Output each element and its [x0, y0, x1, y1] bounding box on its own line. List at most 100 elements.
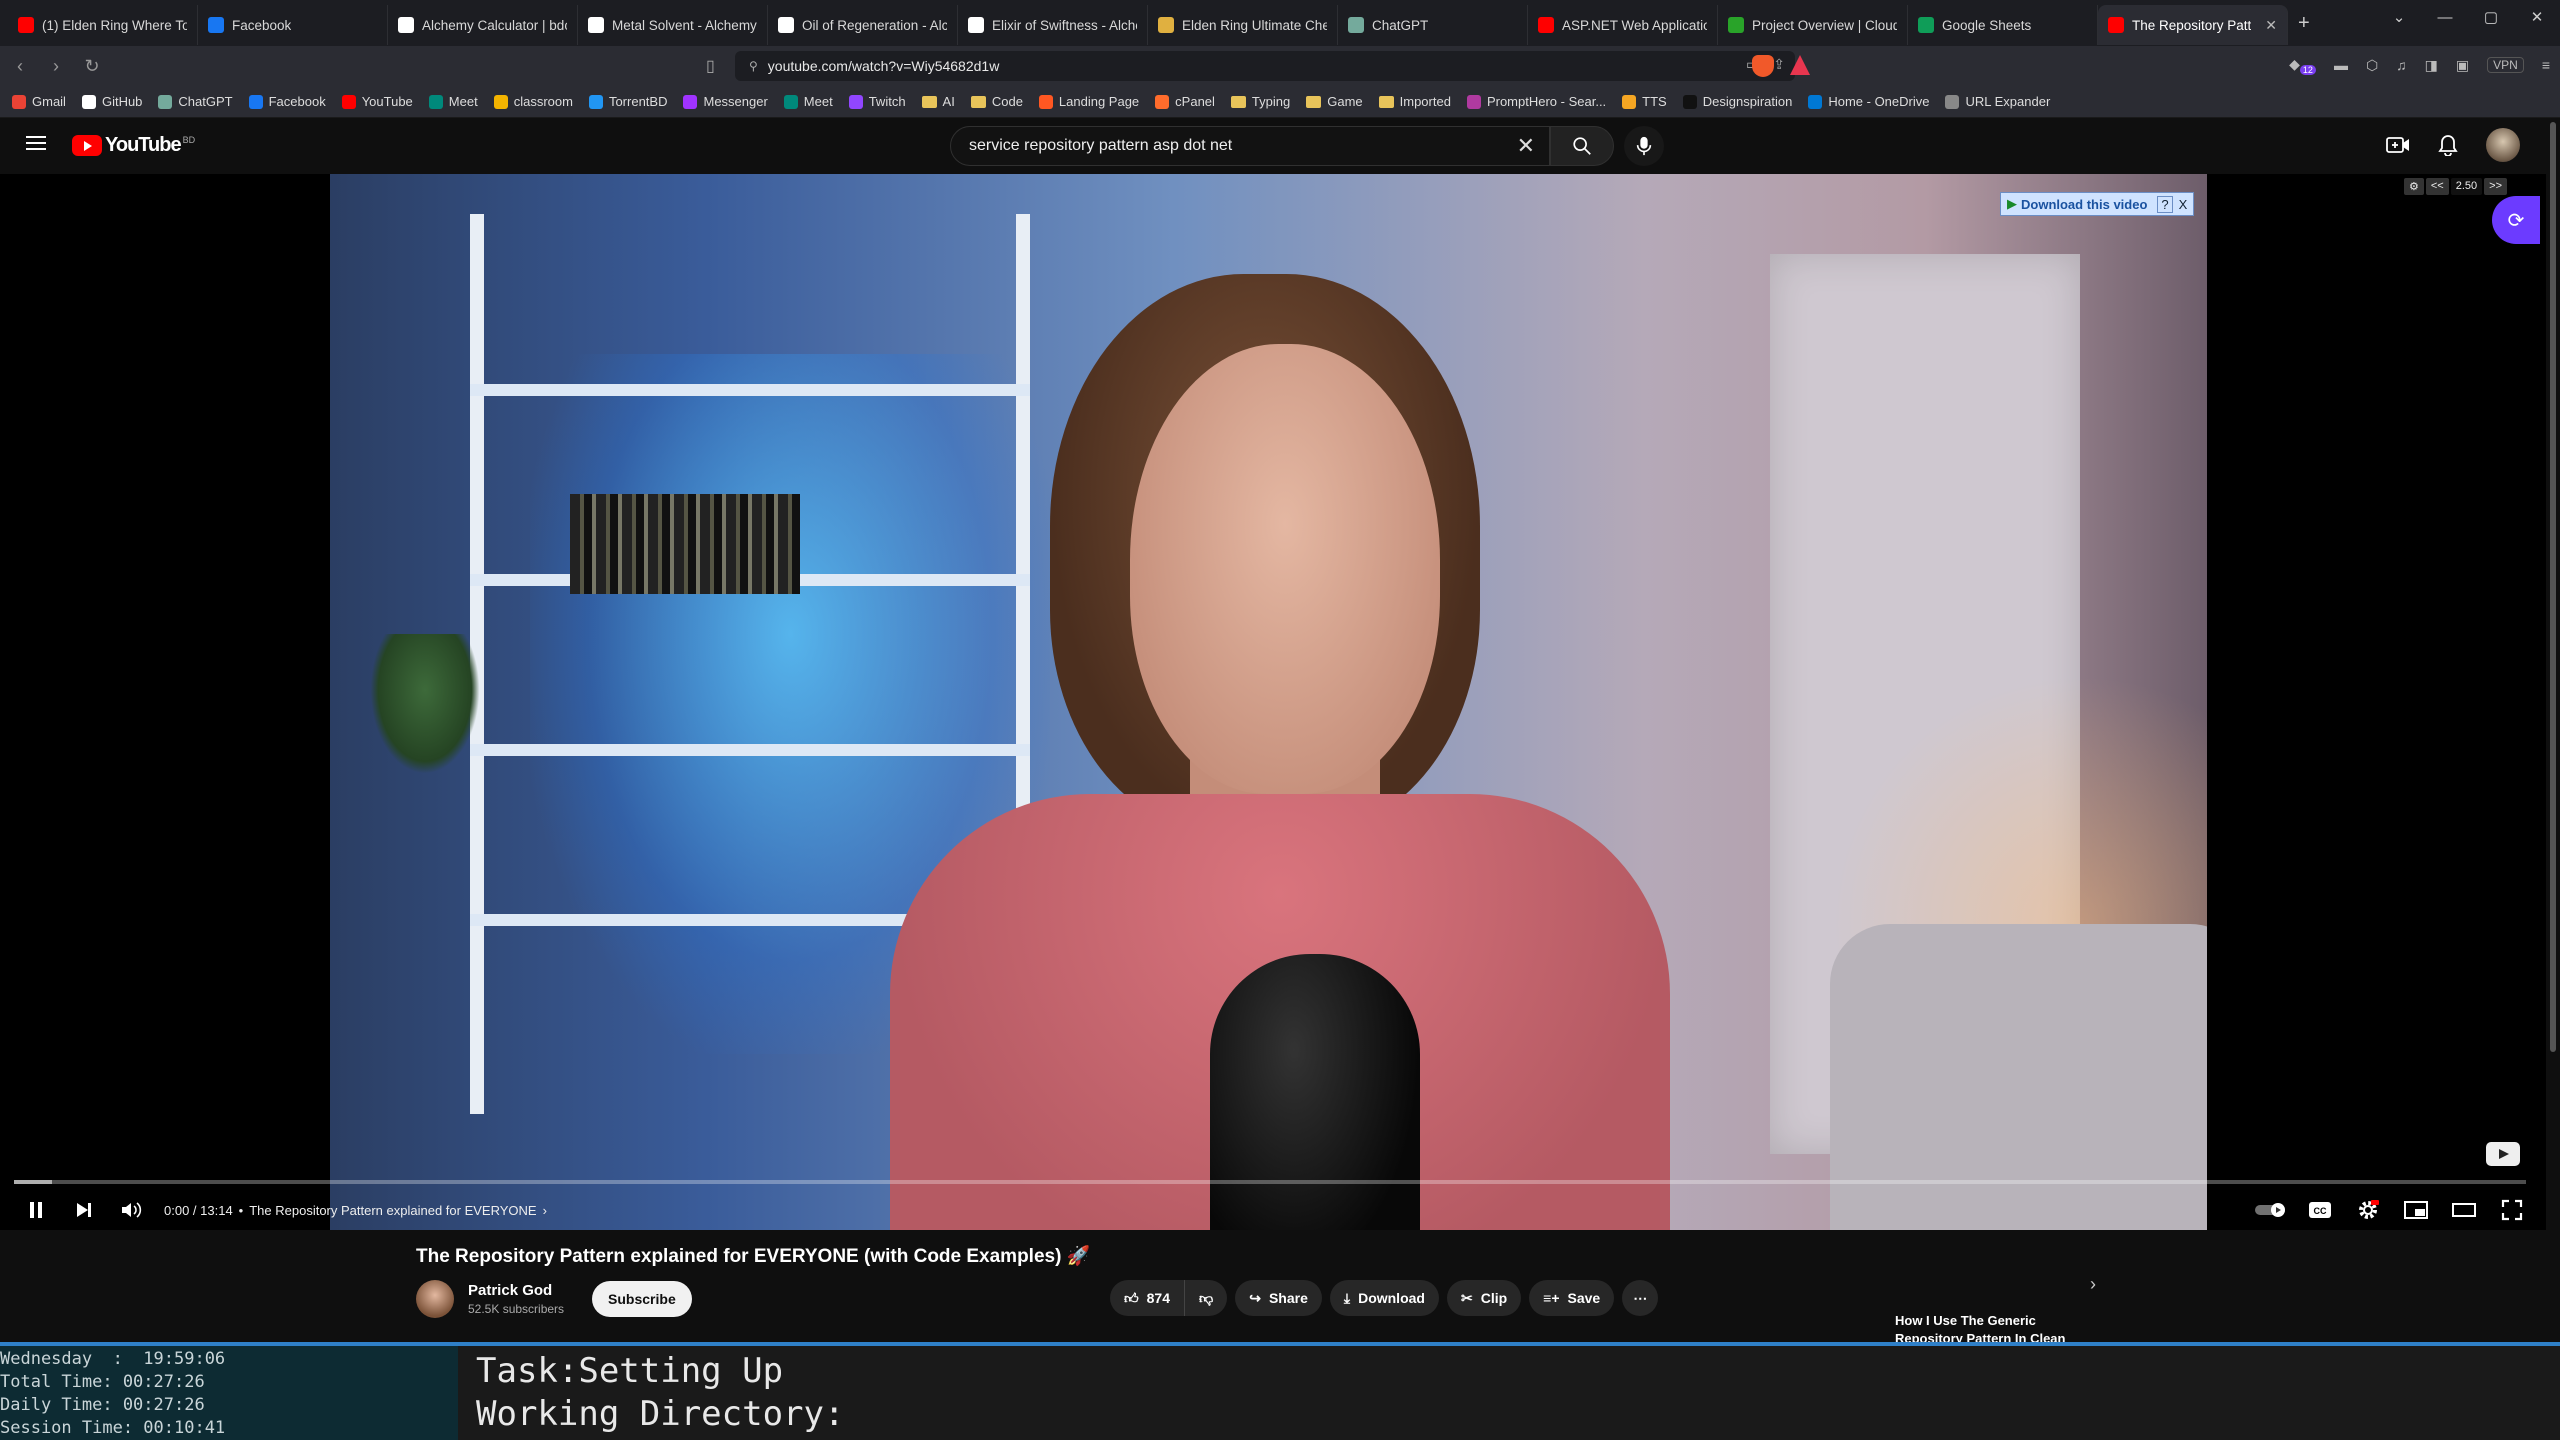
- guide-menu-icon[interactable]: [26, 136, 46, 150]
- recommendations-next-icon[interactable]: ›: [2090, 1274, 2096, 1295]
- search-button[interactable]: [1550, 126, 1614, 166]
- subscribe-button[interactable]: Subscribe: [592, 1281, 692, 1317]
- browser-tab[interactable]: ASP.NET Web Application T: [1528, 5, 1718, 45]
- bookmark-icon[interactable]: ▯: [706, 56, 715, 76]
- clip-button[interactable]: ✂ Clip: [1446, 1280, 1522, 1316]
- music-icon[interactable]: ♫: [2396, 57, 2407, 73]
- scrollbar-thumb[interactable]: [2550, 122, 2556, 1052]
- bookmark-folder[interactable]: Typing: [1230, 94, 1290, 109]
- mute-button[interactable]: [108, 1188, 156, 1230]
- video-player[interactable]: ▶ Download this video ? X ⚙ << 2.50 >> ⟳: [0, 174, 2546, 1230]
- progress-bar[interactable]: [14, 1180, 2526, 1184]
- miniplayer-button[interactable]: [2392, 1188, 2440, 1230]
- chapter-chevron-icon[interactable]: ›: [543, 1203, 547, 1218]
- bookmark-folder[interactable]: Code: [970, 94, 1023, 109]
- bookmark-item[interactable]: TTS: [1622, 94, 1667, 109]
- maximize-button[interactable]: ▢: [2468, 8, 2514, 26]
- create-video-icon[interactable]: [2386, 135, 2410, 155]
- address-bar[interactable]: ⚲ youtube.com/watch?v=Wiy54682d1w ▭ ⇪: [735, 51, 1795, 81]
- bookmark-item[interactable]: classroom: [493, 94, 573, 109]
- browser-tab[interactable]: Google Sheets: [1908, 5, 2098, 45]
- back-button[interactable]: ‹: [2, 56, 38, 77]
- captions-button[interactable]: CC: [2296, 1188, 2344, 1230]
- bookmark-item[interactable]: URL Expander: [1945, 94, 2050, 109]
- bookmark-item[interactable]: Messenger: [683, 94, 768, 109]
- browser-tab[interactable]: Elden Ring Ultimate Cheat S: [1148, 5, 1338, 45]
- minimize-button[interactable]: —: [2422, 9, 2468, 26]
- channel-name[interactable]: Patrick God: [468, 1282, 564, 1299]
- pause-button[interactable]: [12, 1188, 60, 1230]
- bookmark-item[interactable]: Gmail: [12, 94, 66, 109]
- next-button[interactable]: [60, 1188, 108, 1230]
- notifications-bell-icon[interactable]: [2438, 134, 2458, 156]
- download-help-button[interactable]: ?: [2157, 195, 2173, 213]
- bookmark-item[interactable]: Twitch: [848, 94, 906, 109]
- bookmark-item[interactable]: YouTube: [341, 94, 413, 109]
- bookmark-item[interactable]: Home - OneDrive: [1808, 94, 1929, 109]
- download-video-banner[interactable]: ▶ Download this video ? X: [2000, 192, 2195, 216]
- speed-settings-icon[interactable]: ⚙: [2404, 178, 2424, 195]
- reload-button[interactable]: ↻: [74, 56, 110, 77]
- browser-tab[interactable]: Oil of Regeneration - Alche: [768, 5, 958, 45]
- clear-search-icon[interactable]: ✕: [1517, 133, 1535, 159]
- vpn-button[interactable]: VPN: [2487, 57, 2524, 74]
- share-button[interactable]: ↪ Share: [1235, 1280, 1322, 1316]
- video-frame[interactable]: ▶ Download this video ? X: [330, 174, 2207, 1230]
- download-button[interactable]: ⤓ Download: [1329, 1280, 1439, 1316]
- browser-tab[interactable]: ChatGPT: [1338, 5, 1528, 45]
- download-close-button[interactable]: X: [2179, 197, 2188, 212]
- browser-tab[interactable]: Elixir of Swiftness - Alchem: [958, 5, 1148, 45]
- assistant-extension-button[interactable]: ⟳: [2492, 196, 2540, 244]
- like-button[interactable]: 👍︎ 874: [1110, 1280, 1185, 1316]
- speed-down-button[interactable]: <<: [2425, 178, 2449, 195]
- chapter-title[interactable]: The Repository Pattern explained for EVE…: [249, 1203, 536, 1218]
- notifications-extension-icon[interactable]: ◆ 12: [2289, 56, 2316, 75]
- youtube-watermark-icon[interactable]: [2486, 1142, 2520, 1166]
- bookmark-item[interactable]: Landing Page: [1038, 94, 1139, 109]
- bookmark-folder[interactable]: AI: [921, 94, 955, 109]
- settings-button[interactable]: [2344, 1188, 2392, 1230]
- page-scrollbar[interactable]: [2546, 118, 2560, 1348]
- bookmark-item[interactable]: ChatGPT: [158, 94, 233, 109]
- extension-icon[interactable]: ▬: [2334, 57, 2348, 73]
- close-window-button[interactable]: ✕: [2514, 8, 2560, 26]
- more-actions-button[interactable]: ⋯: [1622, 1280, 1659, 1316]
- new-tab-button[interactable]: +: [2298, 12, 2310, 35]
- bookmark-item[interactable]: Facebook: [248, 94, 326, 109]
- save-button[interactable]: ≡+ Save: [1529, 1280, 1615, 1316]
- bookmark-item[interactable]: TorrentBD: [588, 94, 667, 109]
- dislike-button[interactable]: 👎︎: [1185, 1280, 1228, 1316]
- forward-button[interactable]: ›: [38, 56, 74, 77]
- browser-tab[interactable]: Alchemy Calculator | bdolyt: [388, 5, 578, 45]
- menu-icon[interactable]: ≡: [2542, 57, 2550, 73]
- speed-up-button[interactable]: >>: [2484, 178, 2508, 195]
- wallet-icon[interactable]: ▣: [2456, 57, 2469, 74]
- browser-tab[interactable]: Project Overview | Cloud: M: [1718, 5, 1908, 45]
- bookmark-item[interactable]: GitHub: [81, 94, 142, 109]
- brave-shields-icon[interactable]: [1752, 55, 1774, 77]
- bookmark-item[interactable]: PromptHero - Sear...: [1466, 94, 1606, 109]
- close-tab-icon[interactable]: ✕: [2259, 17, 2277, 34]
- bookmark-item[interactable]: cPanel: [1155, 94, 1215, 109]
- voice-search-button[interactable]: [1624, 126, 1664, 166]
- browser-tab[interactable]: The Repository Patt ✕: [2098, 5, 2288, 45]
- bookmark-item[interactable]: Meet: [783, 94, 833, 109]
- autoplay-toggle[interactable]: [2248, 1188, 2296, 1230]
- fullscreen-button[interactable]: [2488, 1188, 2536, 1230]
- youtube-logo[interactable]: YouTube BD: [72, 134, 195, 157]
- bookmark-item[interactable]: Meet: [428, 94, 478, 109]
- tab-search-icon[interactable]: ⌄: [2376, 8, 2422, 26]
- share-page-icon[interactable]: ⇪: [1773, 56, 1785, 73]
- bookmark-folder[interactable]: Imported: [1378, 94, 1451, 109]
- channel-avatar[interactable]: [416, 1280, 454, 1318]
- extensions-puzzle-icon[interactable]: ⬡: [2366, 57, 2378, 74]
- site-info-icon[interactable]: ⚲: [749, 59, 758, 73]
- browser-tab[interactable]: (1) Elden Ring Where To Go: [8, 5, 198, 45]
- bookmark-item[interactable]: Designspiration: [1682, 94, 1792, 109]
- browser-tab[interactable]: Metal Solvent - Alchemy Ca: [578, 5, 768, 45]
- sidebar-icon[interactable]: ◨: [2425, 57, 2438, 74]
- browser-tab[interactable]: Facebook: [198, 5, 388, 45]
- theater-mode-button[interactable]: [2440, 1188, 2488, 1230]
- account-avatar[interactable]: [2486, 128, 2520, 162]
- search-input[interactable]: service repository pattern asp dot net ✕: [950, 126, 1550, 166]
